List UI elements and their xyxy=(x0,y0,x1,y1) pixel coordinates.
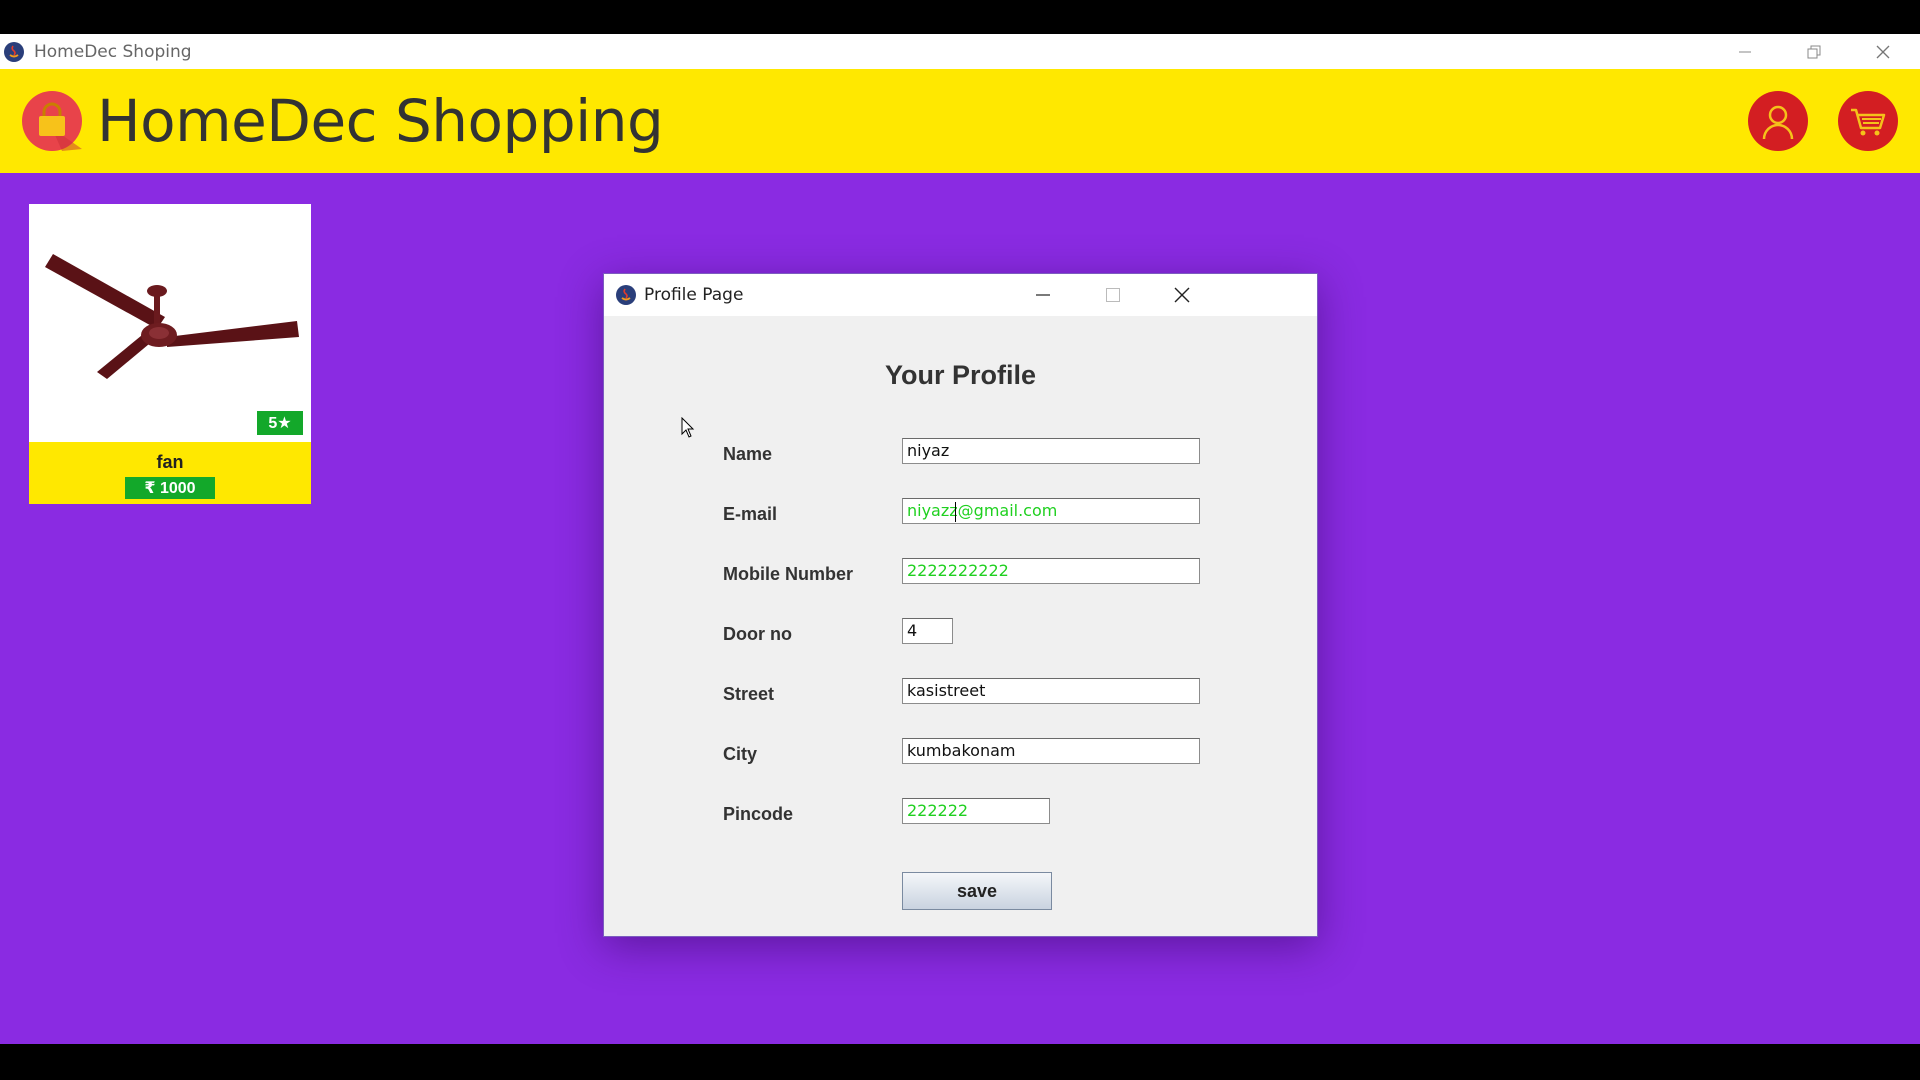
dialog-close-button[interactable] xyxy=(1152,274,1212,316)
profile-button[interactable] xyxy=(1748,91,1808,151)
window-title: HomeDec Shoping xyxy=(34,41,192,62)
minimize-icon xyxy=(1036,294,1050,296)
mouse-cursor-icon xyxy=(681,417,695,438)
door-no-label: Door no xyxy=(723,624,792,644)
name-label: Name xyxy=(723,444,773,464)
window-minimize-button[interactable] xyxy=(1710,34,1780,69)
java-app-icon xyxy=(4,41,24,62)
product-name: fan xyxy=(156,452,184,472)
close-icon xyxy=(1174,287,1190,303)
shopping-bag-icon xyxy=(22,91,82,151)
maximize-icon xyxy=(1106,288,1120,302)
fan-image xyxy=(45,254,299,379)
save-button[interactable]: save xyxy=(902,872,1052,910)
restore-icon xyxy=(1807,45,1821,58)
close-icon xyxy=(1876,45,1890,58)
street-field[interactable]: kasistreet xyxy=(902,678,1200,704)
pincode-label: Pincode xyxy=(723,804,794,824)
rating-badge: 5★ xyxy=(257,411,303,435)
brand-title: HomeDec Shopping xyxy=(97,87,664,155)
cart-button[interactable] xyxy=(1838,91,1898,151)
dialog-maximize-button[interactable] xyxy=(1083,274,1143,316)
city-field[interactable]: kumbakonam xyxy=(902,738,1200,764)
product-footer: fan ₹ 1000 xyxy=(29,442,311,504)
profile-heading: Your Profile xyxy=(884,360,1037,390)
window-restore-button[interactable] xyxy=(1779,34,1849,69)
java-app-icon xyxy=(616,285,636,305)
door-no-field[interactable]: 4 xyxy=(902,618,953,644)
dialog-titlebar: Profile Page xyxy=(604,274,1317,316)
email-field[interactable]: niyazz@gmail.com xyxy=(902,498,1200,524)
cart-icon xyxy=(1851,108,1886,136)
city-label: City xyxy=(723,744,758,764)
minimize-icon xyxy=(1739,51,1751,52)
main-window: HomeDec Shoping HomeDec Shopping 5★ fan … xyxy=(0,34,1920,1044)
window-titlebar: HomeDec Shoping xyxy=(0,34,1920,69)
dialog-minimize-button[interactable] xyxy=(1013,274,1073,316)
email-value: niyazz@gmail.com xyxy=(907,501,1058,520)
dialog-title: Profile Page xyxy=(644,285,744,305)
text-caret xyxy=(955,502,956,522)
window-close-button[interactable] xyxy=(1848,34,1918,69)
mobile-label: Mobile Number xyxy=(723,564,854,584)
pincode-field[interactable]: 222222 xyxy=(902,798,1050,824)
profile-dialog: Profile Page Your Profile Name niyaz E-m… xyxy=(603,273,1318,937)
street-label: Street xyxy=(723,684,775,704)
user-icon xyxy=(1762,105,1794,140)
mobile-field[interactable]: 2222222222 xyxy=(902,558,1200,584)
price-badge: ₹ 1000 xyxy=(125,477,215,499)
product-card[interactable]: 5★ fan ₹ 1000 xyxy=(29,204,311,504)
name-field[interactable]: niyaz xyxy=(902,438,1200,464)
email-label: E-mail xyxy=(723,504,778,524)
